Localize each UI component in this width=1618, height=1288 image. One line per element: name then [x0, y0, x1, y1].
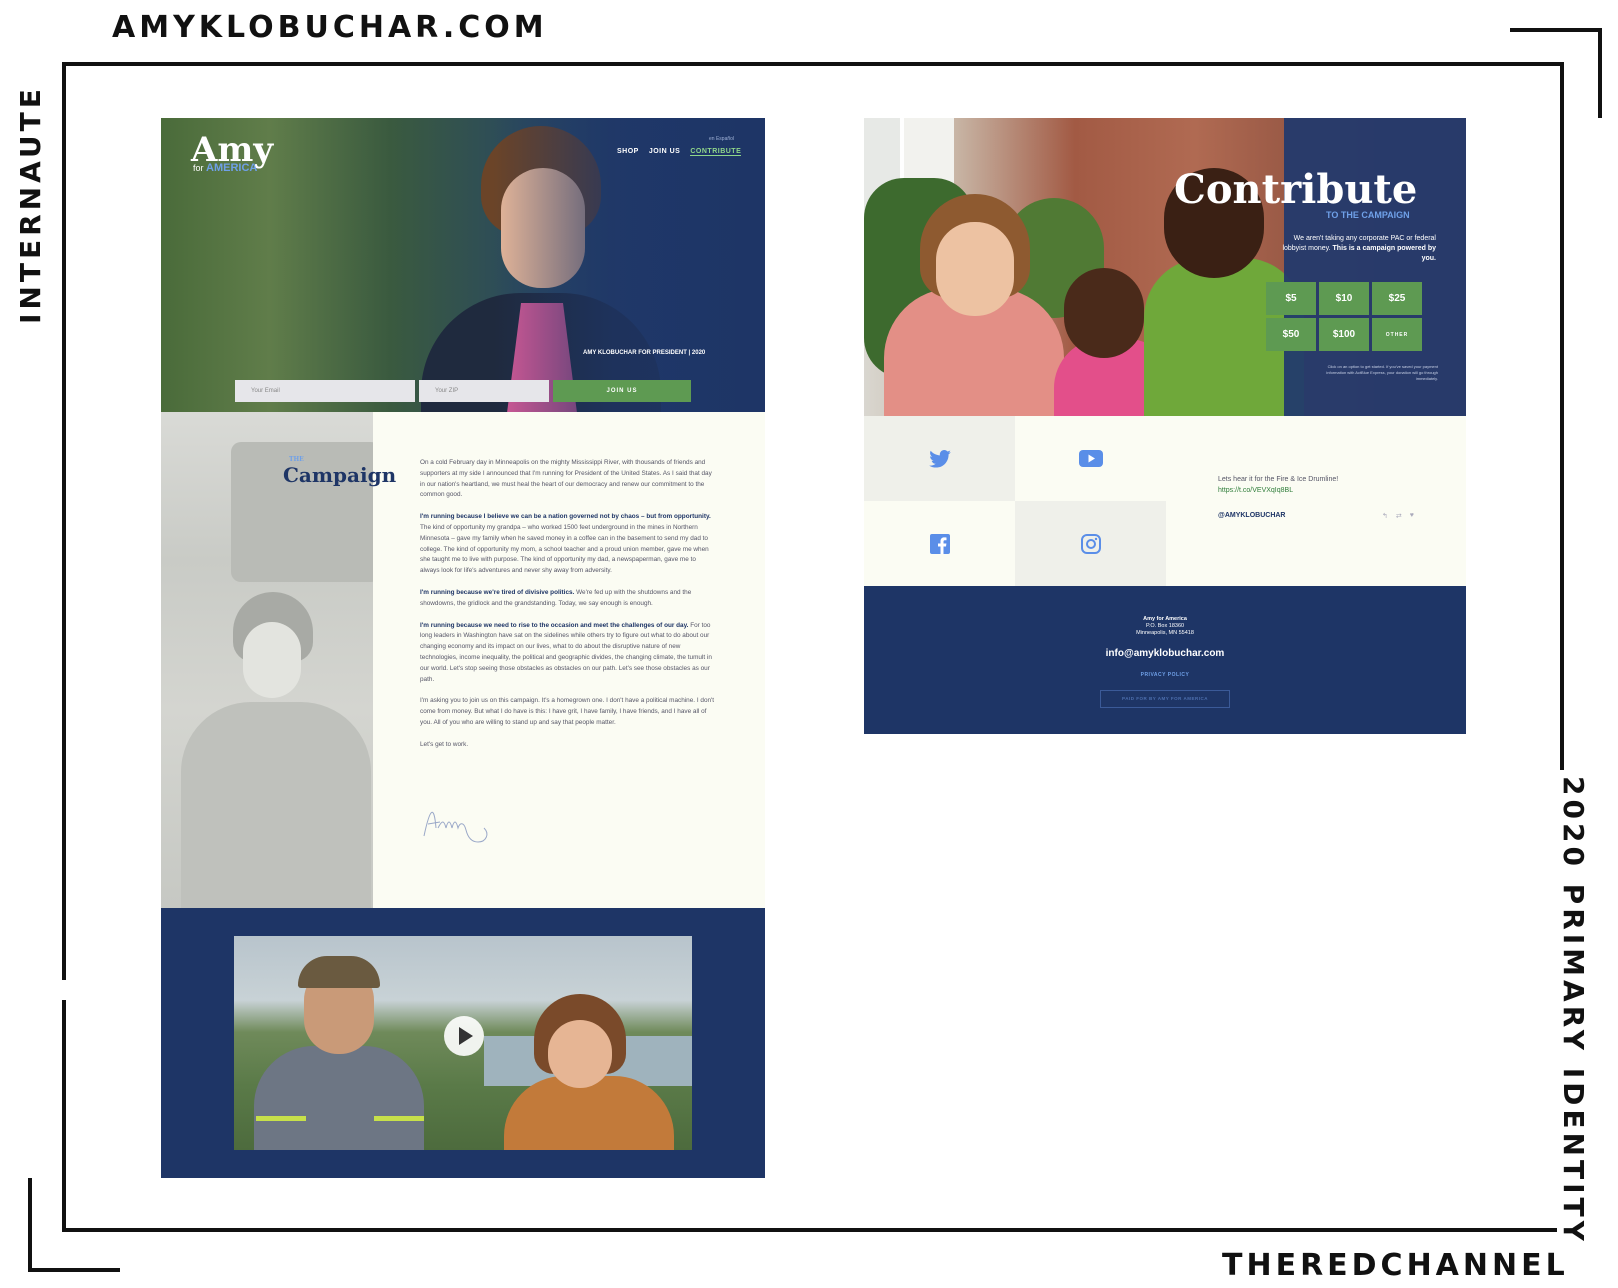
frame-top-label: AMYKLOBUCHAR.COM [108, 10, 552, 45]
footer-email[interactable]: info@amyklobuchar.com [864, 648, 1466, 659]
footer-po: P.O. Box 18360 [1145, 623, 1185, 629]
tweet-actions: ↰ ⇄ ♥ [1382, 512, 1414, 520]
campaign-photo-face [243, 622, 301, 698]
hero-tagline: AMY KLOBUCHAR FOR PRESIDENT | 2020 [583, 350, 706, 356]
footer-city: Minneapolis, MN 55418 [1136, 630, 1194, 636]
frame-left-label: INTERNAUTE [14, 79, 47, 330]
main-nav: SHOP JOIN US CONTRIBUTE [617, 148, 742, 156]
contribute-note: Click on an option to get started. If yo… [1326, 364, 1438, 381]
retweet-icon[interactable]: ⇄ [1396, 512, 1402, 520]
social-section: Lets hear it for the Fire & Ice Drumline… [864, 416, 1466, 586]
instagram-icon [1080, 533, 1101, 554]
signup-form: Your Email Your ZIP JOIN US [235, 380, 691, 402]
video-woman-body [504, 1076, 674, 1150]
tweet-link[interactable]: https://t.co/VEVXqIq8BL [1218, 485, 1338, 496]
campaign-bold: I'm running because we're tired of divis… [420, 588, 575, 596]
campaign-paragraph: I'm running because we need to rise to t… [420, 621, 716, 686]
frame-bottom-label: THEREDCHANNEL [1218, 1248, 1573, 1283]
amount-10-button[interactable]: $10 [1319, 282, 1369, 315]
campaign-heading: THE Campaign [283, 456, 396, 487]
language-link[interactable]: en Español [709, 136, 734, 142]
heart-icon[interactable]: ♥ [1410, 512, 1414, 520]
footer-org: Amy for America [1143, 616, 1187, 622]
video-stripe [374, 1116, 424, 1121]
campaign-paragraph: Let's get to work. [420, 740, 469, 748]
facebook-tile[interactable] [864, 501, 1015, 586]
logo-for-text: for [193, 163, 204, 173]
campaign-text: For too long leaders in Washington have … [420, 621, 712, 683]
frame-right-label: 2020 PRIMARY IDENTITY [1557, 770, 1590, 1251]
twitter-handle[interactable]: @AMYKLOBUCHAR [1218, 512, 1286, 519]
video-man-body [254, 1046, 424, 1150]
campaign-bold: I'm running because we need to rise to t… [420, 621, 689, 629]
video-player[interactable] [234, 936, 692, 1150]
contribute-subtitle: TO THE CAMPAIGN [1326, 210, 1410, 220]
reply-icon[interactable]: ↰ [1382, 512, 1388, 520]
corner-mark-bottom-left [28, 1268, 120, 1272]
campaign-section: THE Campaign On a cold February day in M… [161, 412, 765, 908]
nav-contribute[interactable]: CONTRIBUTE [690, 148, 742, 156]
video-woman-face [548, 1020, 612, 1088]
youtube-tile[interactable] [1015, 416, 1166, 501]
hero-section: Amy for AMERICA en Español SHOP JOIN US … [161, 118, 765, 412]
campaign-paragraph: I'm running because we're tired of divis… [420, 588, 716, 610]
amount-other-button[interactable]: OTHER [1372, 318, 1422, 351]
amount-25-button[interactable]: $25 [1372, 282, 1422, 315]
campaign-body: On a cold February day in Minneapolis on… [420, 458, 716, 762]
paid-for-box: PAID FOR BY AMY FOR AMERICA [1100, 690, 1230, 708]
tweet-content: Lets hear it for the Fire & Ice Drumline… [1218, 474, 1338, 496]
amount-50-button[interactable]: $50 [1266, 318, 1316, 351]
frame-gap [56, 980, 70, 1000]
campaign-kicker: THE [289, 456, 304, 463]
video-section [161, 908, 765, 1178]
campaign-paragraph: I'm asking you to join us on this campai… [420, 697, 715, 726]
campaign-title: Campaign [283, 463, 397, 487]
amount-100-button[interactable]: $100 [1319, 318, 1369, 351]
nav-join-us[interactable]: JOIN US [649, 148, 681, 156]
play-icon[interactable] [444, 1016, 484, 1056]
corner-mark-bottom-left-vertical [28, 1178, 32, 1272]
corner-mark-top-right [1510, 28, 1602, 32]
signature-graphic [423, 812, 488, 843]
tweet-text: Lets hear it for the Fire & Ice Drumline… [1218, 476, 1339, 483]
logo-america-text: AMERICA [206, 162, 258, 174]
contribute-desc-bold: This is a campaign powered by you. [1332, 245, 1436, 262]
contribute-photo-girl-head [1064, 268, 1144, 358]
site-logo-sub: for AMERICA [193, 162, 257, 174]
instagram-tile[interactable] [1015, 501, 1166, 586]
video-man-cap [298, 956, 380, 988]
contribute-section: Contribute TO THE CAMPAIGN We aren't tak… [864, 118, 1466, 416]
youtube-icon [1078, 450, 1103, 467]
campaign-text: The kind of opportunity my grandpa – who… [420, 523, 709, 575]
campaign-paragraph: I'm running because I believe we can be … [420, 512, 716, 577]
play-triangle [459, 1027, 473, 1045]
footer-address: Amy for America P.O. Box 18360 Minneapol… [864, 616, 1466, 637]
contribute-description: We aren't taking any corporate PAC or fe… [1282, 234, 1436, 264]
nav-shop[interactable]: SHOP [617, 148, 639, 156]
email-field[interactable]: Your Email [235, 380, 415, 402]
campaign-paragraph: On a cold February day in Minneapolis on… [420, 459, 712, 499]
zip-field[interactable]: Your ZIP [419, 380, 549, 402]
twitter-icon [928, 449, 951, 468]
contribute-photo-woman-face [936, 222, 1014, 316]
privacy-policy-link[interactable]: PRIVACY POLICY [864, 672, 1466, 678]
facebook-icon [929, 533, 950, 554]
contribute-title: Contribute [1174, 166, 1418, 213]
video-stripe [256, 1116, 306, 1121]
footer-section: Amy for America P.O. Box 18360 Minneapol… [864, 586, 1466, 734]
campaign-photo-body [181, 702, 371, 908]
join-us-button[interactable]: JOIN US [553, 380, 691, 402]
amount-5-button[interactable]: $5 [1266, 282, 1316, 315]
amount-grid: $5 $10 $25 $50 $100 OTHER [1266, 282, 1422, 351]
corner-mark-top-right-vertical [1598, 28, 1602, 118]
campaign-bold: I'm running because I believe we can be … [420, 513, 711, 521]
twitter-tile[interactable] [864, 416, 1015, 501]
